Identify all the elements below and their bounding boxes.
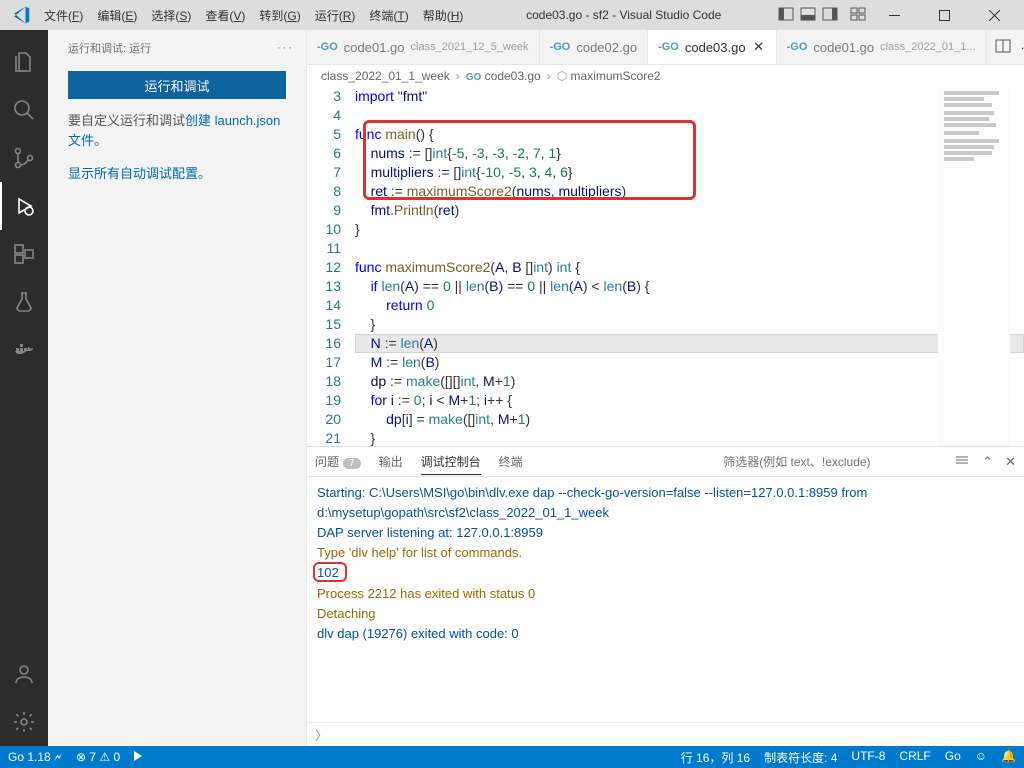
status-lang[interactable]: Go (945, 749, 961, 766)
more-icon[interactable]: ··· (277, 42, 294, 54)
menu-查看(V)[interactable]: 查看(V) (199, 5, 251, 26)
minimap[interactable] (938, 87, 1010, 446)
code-line-4[interactable] (355, 106, 1024, 125)
debug-console[interactable]: Starting: C:\Users\MSI\go\bin\dlv.exe da… (307, 477, 1024, 722)
code-line-13[interactable]: if len(A) == 0 || len(B) == 0 || len(A) … (355, 277, 1024, 296)
code-line-5[interactable]: func main() { (355, 125, 1024, 144)
maximize-button[interactable] (922, 0, 966, 30)
panel-tab-debug-console[interactable]: 调试控制台 (421, 449, 481, 475)
code-line-9[interactable]: fmt.Println(ret) (355, 201, 1024, 220)
tab-3[interactable]: -GO code01.go class_2022_01_1... (777, 30, 987, 64)
menu-选择(S)[interactable]: 选择(S) (145, 5, 197, 26)
breadcrumb[interactable]: class_2022_01_1_week›GO code03.go›⬡ maxi… (307, 65, 1024, 87)
tab-bar: -GO code01.go class_2021_12_5_week-GO co… (307, 30, 1024, 65)
docker-icon[interactable] (0, 326, 48, 374)
run-debug-button[interactable]: 运行和调试 (68, 71, 286, 99)
panel-filter-input[interactable] (716, 451, 936, 473)
layout-customize-icon[interactable] (850, 7, 866, 24)
panel-maximize-icon[interactable]: ⌃ (982, 454, 993, 470)
code-line-16[interactable]: N := len(A) (355, 334, 1024, 353)
show-auto-configs-link[interactable]: 显示所有自动调试配置。 (68, 166, 211, 181)
more-actions-icon[interactable]: ··· (1021, 40, 1024, 55)
status-encoding[interactable]: UTF-8 (851, 749, 885, 766)
settings-icon[interactable] (0, 698, 48, 746)
minimize-button[interactable] (872, 0, 916, 30)
status-debug-icon[interactable] (134, 750, 142, 764)
code-line-19[interactable]: for i := 0; i < M+1; i++ { (355, 391, 1024, 410)
panel: 问题7 输出 调试控制台 终端 ⌃ ✕ Starting: C:\Users\M… (307, 446, 1024, 746)
extensions-icon[interactable] (0, 230, 48, 278)
sidebar-hint-1: 要自定义运行和调试创建 launch.json 文件。 (48, 109, 306, 152)
clear-console-icon[interactable] (954, 452, 970, 471)
vscode-logo-icon (4, 6, 38, 24)
menu-运行(R)[interactable]: 运行(R) (309, 5, 362, 26)
panel-tab-output[interactable]: 输出 (379, 449, 403, 474)
layout-right-icon[interactable] (822, 7, 838, 24)
menu-终端(T)[interactable]: 终端(T) (363, 5, 414, 26)
window-title: code03.go - sf2 - Visual Studio Code (469, 8, 778, 22)
menu-编辑(E)[interactable]: 编辑(E) (91, 5, 143, 26)
panel-tab-terminal[interactable]: 终端 (499, 449, 523, 474)
editor[interactable]: 3456789101112131415161718192021 import "… (307, 87, 1024, 446)
status-problems[interactable]: ⊗ 7 ⚠ 0 (76, 750, 120, 764)
code-line-17[interactable]: M := len(B) (355, 353, 1024, 372)
code-line-14[interactable]: return 0 (355, 296, 1024, 315)
tab-1[interactable]: -GO code02.go (540, 30, 649, 64)
code-line-3[interactable]: import "fmt" (355, 87, 1024, 106)
run-debug-icon[interactable] (0, 182, 48, 230)
status-go[interactable]: Go 1.18 🗲 (8, 750, 62, 765)
code-line-11[interactable] (355, 239, 1024, 258)
close-button[interactable] (972, 0, 1016, 30)
status-feedback-icon[interactable]: ☺ (975, 749, 987, 766)
activity-bar (0, 30, 48, 746)
testing-icon[interactable] (0, 278, 48, 326)
titlebar: 文件(F)编辑(E)选择(S)查看(V)转到(G)运行(R)终端(T)帮助(H)… (0, 0, 1024, 30)
search-icon[interactable] (0, 86, 48, 134)
code-line-7[interactable]: multipliers := []int{-10, -5, 3, 4, 6} (355, 163, 1024, 182)
sidebar: 运行和调试: 运行 ··· 运行和调试 要自定义运行和调试创建 launch.j… (48, 30, 307, 746)
code-line-18[interactable]: dp := make([][]int, M+1) (355, 372, 1024, 391)
panel-tabs: 问题7 输出 调试控制台 终端 ⌃ ✕ (307, 447, 1024, 477)
menu-帮助(H)[interactable]: 帮助(H) (417, 5, 470, 26)
breadcrumb-0[interactable]: class_2022_01_1_week (321, 69, 450, 83)
explorer-icon[interactable] (0, 38, 48, 86)
gutter: 3456789101112131415161718192021 (307, 87, 355, 446)
tab-close-icon[interactable]: ✕ (752, 40, 766, 54)
menu-转到(G)[interactable]: 转到(G) (253, 5, 306, 26)
editor-group: -GO code01.go class_2021_12_5_week-GO co… (307, 30, 1024, 746)
status-cursor[interactable]: 行 16，列 16 (681, 749, 750, 766)
layout-bottom-icon[interactable] (800, 7, 816, 24)
code-line-6[interactable]: nums := []int{-5, -3, -3, -2, 7, 1} (355, 144, 1024, 163)
sidebar-title: 运行和调试: 运行 ··· (48, 30, 306, 65)
accounts-icon[interactable] (0, 650, 48, 698)
breadcrumb-1[interactable]: GO code03.go (466, 69, 541, 83)
code-line-15[interactable]: } (355, 315, 1024, 334)
split-editor-icon[interactable] (995, 39, 1011, 56)
code-line-8[interactable]: ret := maximumScore2(nums, multipliers) (355, 182, 1024, 201)
panel-close-icon[interactable]: ✕ (1005, 454, 1016, 470)
menubar: 文件(F)编辑(E)选择(S)查看(V)转到(G)运行(R)终端(T)帮助(H) (38, 5, 469, 26)
status-eol[interactable]: CRLF (899, 749, 930, 766)
panel-tab-problems[interactable]: 问题7 (315, 449, 361, 474)
menu-文件(F)[interactable]: 文件(F) (38, 5, 89, 26)
code-line-21[interactable]: } (355, 429, 1024, 446)
code-line-10[interactable]: } (355, 220, 1024, 239)
tab-2[interactable]: -GO code03.go✕ (648, 30, 777, 64)
source-control-icon[interactable] (0, 134, 48, 182)
code-line-12[interactable]: func maximumScore2(A, B []int) int { (355, 258, 1024, 277)
tab-0[interactable]: -GO code01.go class_2021_12_5_week (307, 30, 540, 64)
code-line-20[interactable]: dp[i] = make([]int, M+1) (355, 410, 1024, 429)
status-bell-icon[interactable]: 🔔 (1001, 749, 1016, 766)
code-area[interactable]: import "fmt" func main() { nums := []int{… (355, 87, 1024, 446)
status-tabsize[interactable]: 制表符长度: 4 (764, 749, 837, 766)
statusbar: Go 1.18 🗲 ⊗ 7 ⚠ 0 行 16，列 16 制表符长度: 4 UTF… (0, 746, 1024, 768)
layout-left-icon[interactable] (778, 7, 794, 24)
breadcrumb-2[interactable]: ⬡ maximumScore2 (557, 69, 661, 83)
